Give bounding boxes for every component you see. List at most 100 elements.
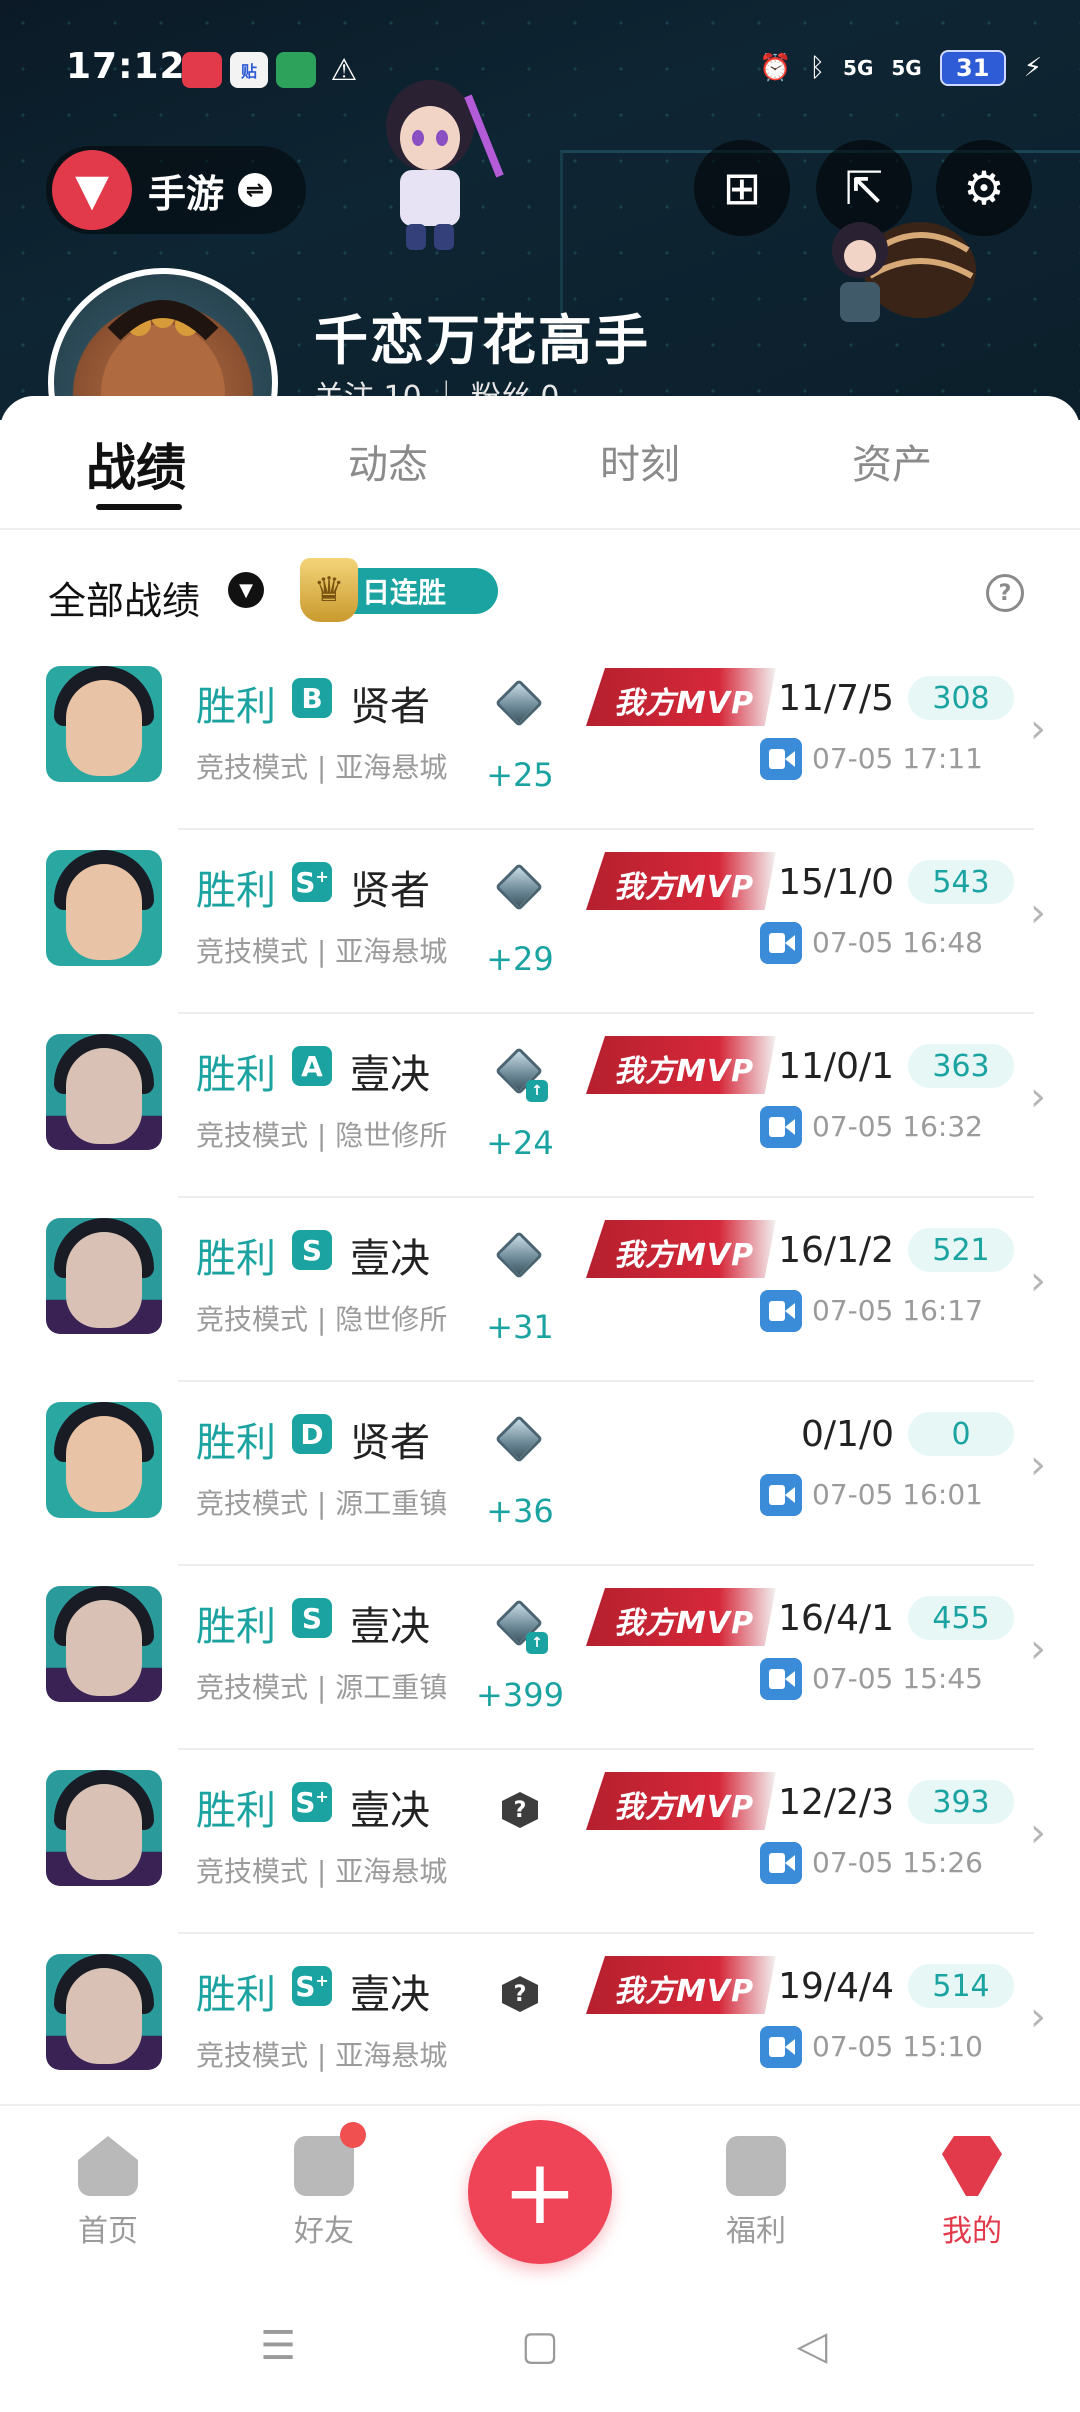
- hero-face: [66, 1048, 142, 1144]
- match-time: 07-05 16:17: [812, 1294, 983, 1327]
- trophy-icon: ♛: [300, 558, 358, 622]
- match-time: 07-05 15:10: [812, 2030, 983, 2063]
- chevron-down-icon[interactable]: ▼: [228, 572, 264, 608]
- video-icon[interactable]: [760, 2026, 802, 2068]
- chevron-right-icon: ›: [1030, 1258, 1046, 1304]
- tab-moments[interactable]: 时刻: [600, 432, 680, 490]
- content-sheet: 战绩 动态 时刻 资产 全部战绩 ▼ 日连胜 ♛ ? 胜利 B 贤者 竞技模式 | 亚…: [0, 396, 1080, 2118]
- rank-points: +399: [476, 1676, 564, 1714]
- match-score: 393: [908, 1780, 1014, 1824]
- grade-plus-marker: +: [315, 1970, 329, 1990]
- diamond-rank-icon: [494, 1230, 544, 1282]
- chevron-right-icon: ›: [1030, 1442, 1046, 1488]
- match-score: 363: [908, 1044, 1014, 1088]
- match-row[interactable]: 胜利 A 壹决 竞技模式 | 隐世修所 ↑ +24 我方MVP 11/0/1 363 07-05 …: [0, 1014, 1080, 1198]
- hero-avatar: [46, 1954, 162, 2070]
- nav-friends[interactable]: 好友: [254, 2122, 394, 2250]
- match-time: 07-05 16:32: [812, 1110, 983, 1143]
- match-result: 胜利: [196, 1420, 276, 1466]
- kda-stat: 11/0/1: [778, 1046, 894, 1087]
- hero-name: 贤者: [350, 684, 430, 730]
- grade-badge: B: [292, 678, 332, 718]
- diamond-shape: [494, 1414, 544, 1464]
- home-square-icon[interactable]: ▢: [518, 2323, 562, 2369]
- hero-name: 壹决: [350, 1052, 430, 1098]
- status-bar: 17:12 贴 ⚠ ⏰ ᛒ 5G 5G 31 ⚡: [0, 40, 1080, 104]
- hero-avatar: [46, 1586, 162, 1702]
- match-list: 胜利 B 贤者 竞技模式 | 亚海悬城 +25 我方MVP 11/7/5 308 07-05 1…: [0, 646, 1080, 2118]
- signal-5g-2-icon: 5G: [891, 56, 922, 80]
- edit-card-button[interactable]: ⊞: [694, 140, 790, 236]
- match-row[interactable]: 胜利 S + 壹决 竞技模式 | 亚海悬城? 我方MVP 19/4/4 514 07-05 15…: [0, 1934, 1080, 2118]
- video-icon[interactable]: [760, 738, 802, 780]
- match-score: 308: [908, 676, 1014, 720]
- record-filter-label[interactable]: 全部战绩: [48, 570, 200, 625]
- grade-badge: S +: [292, 1782, 332, 1822]
- kda-stat: 12/2/3: [778, 1782, 894, 1823]
- rank-up-icon: ↑: [526, 1632, 548, 1654]
- friends-icon: [294, 2122, 366, 2196]
- match-row[interactable]: 胜利 S 壹决 竞技模式 | 源工重镇 ↑ +399 我方MVP 16/4/1 455 07-05…: [0, 1566, 1080, 1750]
- notif-game-icon: [276, 52, 316, 88]
- nav-profile[interactable]: 我的: [902, 2136, 1042, 2250]
- question-icon: ?: [502, 1976, 538, 2012]
- nav-home-label: 首页: [78, 2214, 138, 2249]
- notif-tieba-icon: 贴: [230, 52, 268, 88]
- hero-avatar: [46, 1034, 162, 1150]
- edit-card-icon: ⊞: [722, 161, 762, 215]
- hero-name: 贤者: [350, 1420, 430, 1466]
- hero-name: 壹决: [350, 1604, 430, 1650]
- match-row[interactable]: 胜利 S + 壹决 竞技模式 | 亚海悬城? 我方MVP 12/2/3 393 07-05 15…: [0, 1750, 1080, 1934]
- menu-icon[interactable]: ☰: [256, 2323, 300, 2369]
- match-mode-map: 竞技模式 | 源工重镇: [196, 1487, 448, 1520]
- game-switch-button[interactable]: ▼ 手游 ⇌: [46, 146, 306, 234]
- create-post-button[interactable]: +: [468, 2120, 612, 2264]
- video-icon[interactable]: [760, 1842, 802, 1884]
- hero-face: [66, 1232, 142, 1328]
- match-time: 07-05 17:11: [812, 742, 983, 775]
- hero-face: [66, 1784, 142, 1880]
- tab-assets[interactable]: 资产: [852, 432, 932, 490]
- back-icon[interactable]: ◁: [790, 2323, 834, 2369]
- match-result: 胜利: [196, 684, 276, 730]
- match-row[interactable]: 胜利 B 贤者 竞技模式 | 亚海悬城 +25 我方MVP 11/7/5 308 07-05 1…: [0, 646, 1080, 830]
- chevron-right-icon: ›: [1030, 1626, 1046, 1672]
- video-icon[interactable]: [760, 1658, 802, 1700]
- video-icon[interactable]: [760, 1106, 802, 1148]
- profile-header: 17:12 贴 ⚠ ⏰ ᛒ 5G 5G 31 ⚡ ▼ 手游 ⇌ ⊞ ⇱ ⚙ 千恋…: [0, 0, 1080, 420]
- grade-badge: S: [292, 1598, 332, 1638]
- match-row[interactable]: 胜利 D 贤者 竞技模式 | 源工重镇 +36 0/1/0 0 07-05 16:01 ›: [0, 1382, 1080, 1566]
- diamond-rank-icon: [494, 678, 544, 730]
- rank-points: +36: [486, 1492, 554, 1530]
- mvp-label: 我方MVP: [614, 1606, 755, 1641]
- tab-active-indicator: [96, 504, 182, 510]
- kda-stat: 15/1/0: [778, 862, 894, 903]
- diamond-shape: [494, 678, 544, 728]
- nav-welfare[interactable]: 福利: [686, 2136, 826, 2250]
- mvp-label: 我方MVP: [614, 870, 755, 905]
- help-icon[interactable]: ?: [986, 574, 1024, 612]
- match-time: 07-05 15:26: [812, 1846, 983, 1879]
- match-time: 07-05 15:45: [812, 1662, 983, 1695]
- unknown-rank-icon: ?: [494, 1784, 544, 1834]
- mvp-badge: 我方MVP: [586, 1588, 776, 1646]
- match-row[interactable]: 胜利 S + 贤者 竞技模式 | 亚海悬城 +29 我方MVP 15/1/0 543 07-05 …: [0, 830, 1080, 1014]
- notification-badge: [340, 2122, 366, 2148]
- match-score: 0: [908, 1412, 1014, 1456]
- tab-record[interactable]: 战绩: [86, 428, 186, 500]
- rank-points: +31: [486, 1308, 554, 1346]
- mvp-label: 我方MVP: [614, 1974, 755, 2009]
- hero-face: [66, 1600, 142, 1696]
- video-icon[interactable]: [760, 922, 802, 964]
- match-mode-map: 竞技模式 | 隐世修所: [196, 1303, 448, 1336]
- grade-badge: S +: [292, 1966, 332, 2006]
- nav-home[interactable]: 首页: [38, 2136, 178, 2250]
- match-time: 07-05 16:01: [812, 1478, 983, 1511]
- notif-xiaohongshu-icon: [182, 52, 222, 88]
- video-icon[interactable]: [760, 1290, 802, 1332]
- tab-feed[interactable]: 动态: [348, 432, 428, 490]
- match-mode-map: 竞技模式 | 源工重镇: [196, 1671, 448, 1704]
- video-icon[interactable]: [760, 1474, 802, 1516]
- match-row[interactable]: 胜利 S 壹决 竞技模式 | 隐世修所 +31 我方MVP 16/1/2 521 07-05 1…: [0, 1198, 1080, 1382]
- game-label: 手游: [148, 171, 225, 216]
